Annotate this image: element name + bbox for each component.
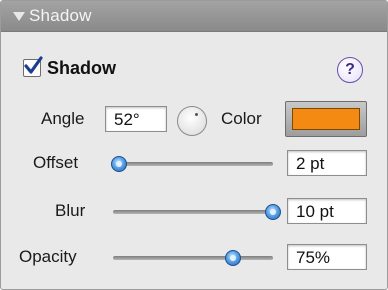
offset-label: Offset [33,153,79,172]
angle-label: Angle [41,109,85,128]
help-button[interactable]: ? [337,57,363,83]
disclosure-triangle-icon[interactable] [13,12,25,21]
blur-slider-knob[interactable] [265,204,281,220]
blur-field[interactable]: 10 pt [287,198,367,224]
panel-header[interactable]: Shadow [1,1,387,32]
opacity-slider-knob[interactable] [225,250,241,266]
panel-body: Shadow ? Angle 52° Color Offset 2 pt Blu… [9,35,379,283]
color-well[interactable] [285,101,367,137]
opacity-slider-track[interactable] [113,256,273,260]
shadow-inspector-panel: Shadow Shadow ? Angle 52° Color Offset 2… [0,0,388,290]
offset-slider-track[interactable] [113,162,273,166]
panel-title: Shadow [29,6,92,25]
offset-slider-knob[interactable] [111,156,128,172]
help-icon: ? [345,61,355,78]
opacity-label: Opacity [19,247,77,266]
shadow-checkbox[interactable] [23,56,43,77]
blur-slider-track[interactable] [113,210,273,214]
checkmark-icon [24,56,43,74]
opacity-field[interactable]: 75% [287,244,367,270]
angle-dial-indicator [195,113,198,116]
color-label: Color [221,109,262,128]
angle-field[interactable]: 52° [105,106,167,132]
shadow-checkbox-label: Shadow [47,58,117,78]
offset-field[interactable]: 2 pt [287,150,367,176]
blur-label: Blur [55,201,86,220]
angle-dial[interactable] [177,106,207,136]
color-swatch [292,108,360,130]
